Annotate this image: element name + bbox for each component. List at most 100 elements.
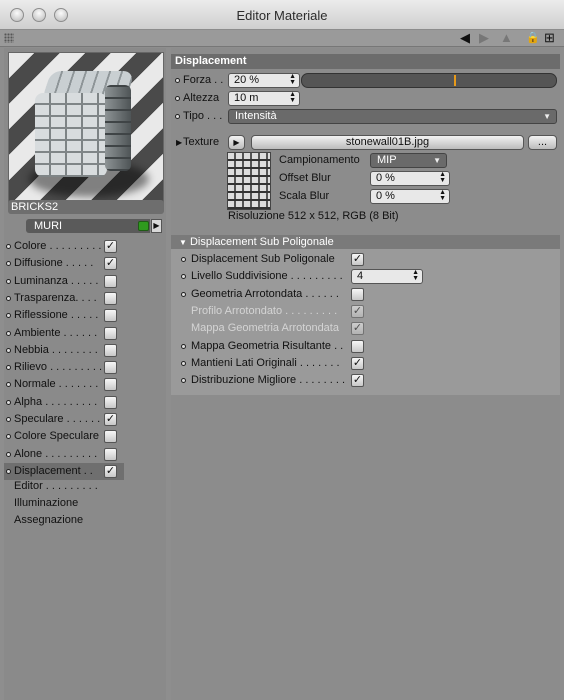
texture-thumbnail-image[interactable] — [227, 152, 271, 210]
channel-checkbox[interactable] — [104, 291, 117, 305]
forward-arrow-icon[interactable]: ▶ — [479, 31, 489, 45]
channel-dot-icon — [6, 347, 11, 353]
back-arrow-icon[interactable]: ◀ — [460, 31, 470, 45]
channel-checkbox[interactable] — [104, 343, 117, 357]
sub-poly-label: Geometria Arrotondata . . . . . . — [191, 287, 339, 300]
anim-dot-icon[interactable] — [181, 257, 186, 262]
sub-poly-checkbox[interactable]: ✓ — [351, 304, 364, 318]
channel-illuminazione[interactable]: Illuminazione — [14, 495, 78, 512]
tipo-anim-dot-icon[interactable] — [175, 114, 180, 119]
sub-poly-section-header[interactable]: ▼ Displacement Sub Poligonale — [171, 235, 560, 249]
sub-poly-checkbox[interactable]: ✓ — [351, 253, 364, 266]
altezza-anim-dot-icon[interactable] — [175, 96, 180, 101]
anim-dot-icon[interactable] — [181, 291, 186, 297]
channel-item[interactable]: Alone . . . . . . . . . — [4, 446, 124, 463]
channel-item[interactable]: Speculare . . . . . . ✓ — [4, 411, 124, 428]
channel-checkbox[interactable] — [104, 447, 117, 461]
forza-slider[interactable] — [301, 73, 557, 88]
channel-assegnazione[interactable]: Assegnazione — [14, 512, 83, 529]
channel-dot-icon — [6, 365, 11, 371]
scala-blur-spinner-icon[interactable]: ▲ ▼ — [439, 189, 446, 202]
channel-dot-icon — [6, 382, 11, 388]
channel-checkbox[interactable] — [104, 274, 117, 288]
channel-checkbox[interactable] — [104, 378, 117, 392]
altezza-spinner-icon[interactable]: ▲ ▼ — [289, 91, 296, 104]
grip-icon[interactable] — [4, 33, 14, 43]
sub-poly-label: Mantieni Lati Originali . . . . . . . — [191, 356, 340, 369]
channel-dot-icon — [6, 451, 11, 457]
sub-poly-checkbox[interactable] — [351, 339, 364, 353]
texture-expand-icon[interactable]: ▶ — [176, 135, 182, 150]
sub-poly-row: Profilo Arrotondato . . . . . . . . . ✓ — [181, 303, 551, 320]
channel-item[interactable]: Riflessione . . . . . — [4, 307, 124, 324]
offset-blur-spinner-icon[interactable]: ▲ ▼ — [439, 171, 446, 184]
channel-item[interactable]: Trasparenza. . . . — [4, 290, 124, 307]
campionamento-value: MIP — [377, 154, 397, 166]
channel-dot-icon — [6, 244, 11, 249]
channel-item[interactable]: Normale . . . . . . . — [4, 376, 124, 393]
channel-checkbox[interactable] — [104, 309, 117, 323]
channel-item[interactable]: Ambiente . . . . . . — [4, 325, 124, 342]
channel-checkbox[interactable] — [104, 395, 117, 409]
channel-item[interactable]: Diffusione . . . . . ✓ — [4, 255, 124, 272]
scala-blur-value: 0 % — [376, 190, 395, 202]
right-panel: Displacement Forza . . 20 % ▲ ▼ Altezza 1… — [171, 48, 560, 700]
anim-dot-icon[interactable] — [181, 378, 186, 384]
channel-checkbox[interactable] — [104, 361, 117, 375]
channel-item[interactable]: Alpha . . . . . . . . . — [4, 394, 124, 411]
sub-poly-checkbox[interactable]: ✓ — [351, 322, 364, 336]
forza-spinner-icon[interactable]: ▲ ▼ — [289, 73, 296, 86]
sub-poly-checkbox[interactable]: ✓ — [351, 374, 364, 388]
channel-item[interactable]: Nebbia . . . . . . . . — [4, 342, 124, 359]
anim-dot-icon[interactable] — [181, 274, 186, 280]
channel-label: Colore . . . . . . . . . — [14, 240, 102, 252]
channel-checkbox[interactable] — [104, 326, 117, 340]
new-window-icon[interactable]: ⊞ — [544, 31, 555, 45]
texture-menu-button[interactable]: ▶ — [228, 135, 245, 150]
layer-label[interactable]: MURI — [26, 219, 150, 233]
channel-checkbox[interactable]: ✓ — [104, 240, 117, 253]
channel-item[interactable]: Rilievo . . . . . . . . . — [4, 359, 124, 376]
layer-color-swatch — [138, 221, 149, 231]
channel-item[interactable]: Luminanza . . . . . — [4, 273, 124, 290]
anim-dot-icon[interactable] — [181, 343, 186, 349]
channel-checkbox[interactable]: ✓ — [104, 257, 117, 271]
up-arrow-icon[interactable]: ▲ — [500, 31, 513, 45]
sub-poly-row: Mappa Geometria Arrotondata ✓ — [181, 320, 551, 337]
channel-checkbox[interactable]: ✓ — [104, 464, 117, 478]
left-panel: BRICKS2 MURI ▶ Colore . . . . . . . . . ✓… — [4, 48, 166, 700]
anim-dot-icon[interactable] — [181, 360, 186, 366]
material-preview[interactable] — [8, 52, 164, 204]
channel-item[interactable]: Colore . . . . . . . . . ✓ — [4, 238, 124, 255]
material-name-field[interactable]: BRICKS2 — [8, 200, 164, 214]
texture-file-button[interactable]: stonewall01B.jpg — [251, 135, 524, 150]
channel-checkbox[interactable] — [104, 430, 117, 444]
livello-spinner-icon[interactable]: ▲ ▼ — [412, 269, 419, 282]
sub-poly-checkbox[interactable]: ✓ — [351, 356, 364, 370]
forza-anim-dot-icon[interactable] — [175, 78, 180, 83]
offset-blur-label: Offset Blur — [279, 172, 331, 184]
layer-menu-arrow-icon[interactable]: ▶ — [151, 219, 162, 233]
livello-suddivisione-input[interactable]: 4 ▲ ▼ — [351, 269, 423, 285]
channel-dot-icon — [6, 295, 11, 301]
campionamento-dropdown[interactable]: MIP ▼ — [370, 153, 447, 168]
collapse-arrow-icon[interactable]: ▼ — [179, 238, 187, 247]
altezza-label: Altezza — [183, 92, 220, 104]
title-bar: Editor Materiale — [0, 0, 564, 30]
sub-poly-checkbox[interactable] — [351, 287, 364, 301]
altezza-input[interactable]: 10 m ▲ ▼ — [228, 91, 300, 106]
channel-item[interactable]: Colore Speculare — [4, 428, 124, 445]
sub-poly-row: Mantieni Lati Originali . . . . . . . ✓ — [181, 355, 551, 372]
lock-icon[interactable]: 🔒 — [526, 31, 540, 45]
channel-label: Alone . . . . . . . . . — [14, 447, 98, 460]
altezza-value: 10 m — [234, 92, 259, 104]
texture-browse-button[interactable]: ... — [528, 135, 557, 150]
channel-checkbox[interactable]: ✓ — [104, 413, 117, 426]
tipo-dropdown[interactable]: Intensità ▼ — [228, 109, 557, 124]
scala-blur-input[interactable]: 0 % ▲ ▼ — [370, 189, 450, 204]
channel-label: Speculare . . . . . . — [14, 413, 101, 425]
offset-blur-input[interactable]: 0 % ▲ ▼ — [370, 171, 450, 186]
forza-input[interactable]: 20 % ▲ ▼ — [228, 73, 300, 88]
channel-editor[interactable]: Editor . . . . . . . . . — [14, 478, 98, 495]
forza-slider-handle[interactable] — [454, 75, 456, 86]
